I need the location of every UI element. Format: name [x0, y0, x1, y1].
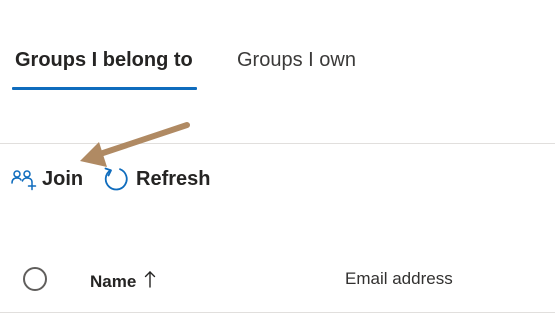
toolbar-divider: [0, 143, 555, 144]
column-name-label: Name: [90, 271, 137, 291]
tab-groups-i-belong-to[interactable]: Groups I belong to: [15, 47, 193, 73]
refresh-icon: [102, 165, 130, 193]
table-header-row: Name Email address: [0, 258, 555, 303]
select-all-checkbox[interactable]: [23, 267, 47, 291]
column-header-email-address[interactable]: Email address: [345, 269, 453, 289]
join-label: Join: [42, 168, 84, 190]
column-header-name[interactable]: Name: [90, 269, 156, 294]
sort-ascending-icon: [144, 269, 156, 294]
join-button[interactable]: Join: [10, 164, 83, 194]
refresh-button[interactable]: Refresh: [102, 164, 210, 194]
refresh-label: Refresh: [136, 168, 211, 190]
table-header-divider: [0, 312, 555, 313]
active-tab-indicator: [12, 87, 197, 90]
people-add-icon: [10, 167, 38, 191]
tab-groups-i-own[interactable]: Groups I own: [237, 47, 356, 73]
